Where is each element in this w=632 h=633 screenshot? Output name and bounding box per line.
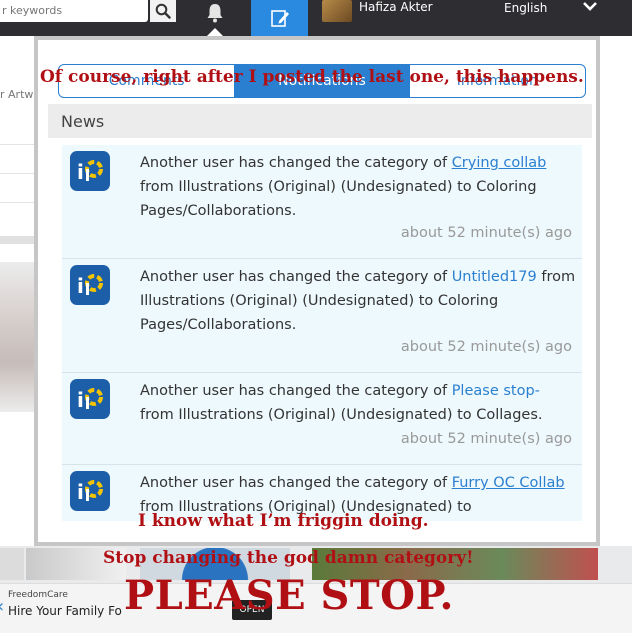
ad-brand: FreedomCare xyxy=(8,590,68,600)
background-row xyxy=(0,145,34,174)
background-artwork-label: r Artw xyxy=(0,88,34,101)
artwork-link[interactable]: Please stop- xyxy=(452,383,540,399)
bell-icon xyxy=(207,4,223,23)
caption-lower: Stop changing the god damn category! xyxy=(103,548,474,568)
list-item[interactable]: i Another user has changed the category … xyxy=(62,145,582,259)
ibispaint-app-icon: i xyxy=(70,471,110,511)
notification-time: about 52 minute(s) ago xyxy=(400,339,572,355)
background-row xyxy=(0,116,34,145)
search-button[interactable] xyxy=(150,0,176,22)
notification-prefix: Another user has changed the category of xyxy=(140,475,452,491)
caption-middle: I know what I’m friggin doing. xyxy=(138,511,429,531)
background-row xyxy=(0,174,34,203)
news-section-header: News xyxy=(48,104,592,138)
top-navigation-bar: Hafiza Akter English xyxy=(0,0,632,36)
search-icon xyxy=(155,3,171,19)
ad-headline: Hire Your Family Fo xyxy=(8,604,122,618)
notification-time: about 52 minute(s) ago xyxy=(400,225,572,241)
notification-prefix: Another user has changed the category of xyxy=(140,383,452,399)
notification-text: Another user has changed the category of… xyxy=(140,265,578,337)
notification-text: Another user has changed the category of… xyxy=(140,379,578,427)
background-list xyxy=(0,116,34,203)
svg-text:i: i xyxy=(77,388,84,412)
notification-prefix: Another user has changed the category of xyxy=(140,155,452,171)
pencil-edit-icon xyxy=(270,10,289,27)
svg-text:i: i xyxy=(77,160,84,184)
avatar[interactable] xyxy=(322,0,352,22)
background-divider xyxy=(0,236,34,244)
list-item[interactable]: i Another user has changed the category … xyxy=(62,373,582,465)
notification-prefix: Another user has changed the category of xyxy=(140,269,452,285)
artwork-link[interactable]: Crying collab xyxy=(452,155,547,171)
svg-text:i: i xyxy=(77,274,84,298)
search-input[interactable] xyxy=(2,2,142,18)
language-selector[interactable]: English xyxy=(504,1,547,15)
ibispaint-app-icon: i xyxy=(70,265,110,305)
caption-big: PLEASE STOP. xyxy=(124,572,454,619)
notifications-panel: Comments Notifications Information News … xyxy=(34,36,600,546)
ibispaint-app-icon: i xyxy=(70,379,110,419)
caption-top: Of course, right after I posted the last… xyxy=(40,67,584,87)
notification-time: about 52 minute(s) ago xyxy=(400,431,572,447)
notification-suffix: from Illustrations (Original) (Undesigna… xyxy=(140,179,537,219)
search-box xyxy=(0,0,148,22)
username-label[interactable]: Hafiza Akter xyxy=(359,0,433,14)
notification-text: Another user has changed the category of… xyxy=(140,151,578,223)
notification-list[interactable]: i Another user has changed the category … xyxy=(62,145,582,521)
notification-suffix: from Illustrations (Original) (Undesigna… xyxy=(140,407,543,423)
background-artwork-thumbnail[interactable] xyxy=(0,262,34,412)
list-item[interactable]: i Another user has changed the category … xyxy=(62,259,582,373)
chevron-down-icon[interactable] xyxy=(582,0,598,14)
artwork-link[interactable]: Untitled179 xyxy=(452,269,537,285)
svg-text:i: i xyxy=(77,480,84,504)
dropdown-pointer xyxy=(207,28,223,36)
post-artwork-button[interactable] xyxy=(251,0,308,36)
artwork-thumbnail[interactable] xyxy=(0,548,24,580)
chevron-left-icon: ‹ xyxy=(0,596,4,617)
notifications-button[interactable] xyxy=(203,0,227,26)
ibispaint-app-icon: i xyxy=(70,151,110,191)
artwork-link[interactable]: Furry OC Collab xyxy=(452,475,565,491)
